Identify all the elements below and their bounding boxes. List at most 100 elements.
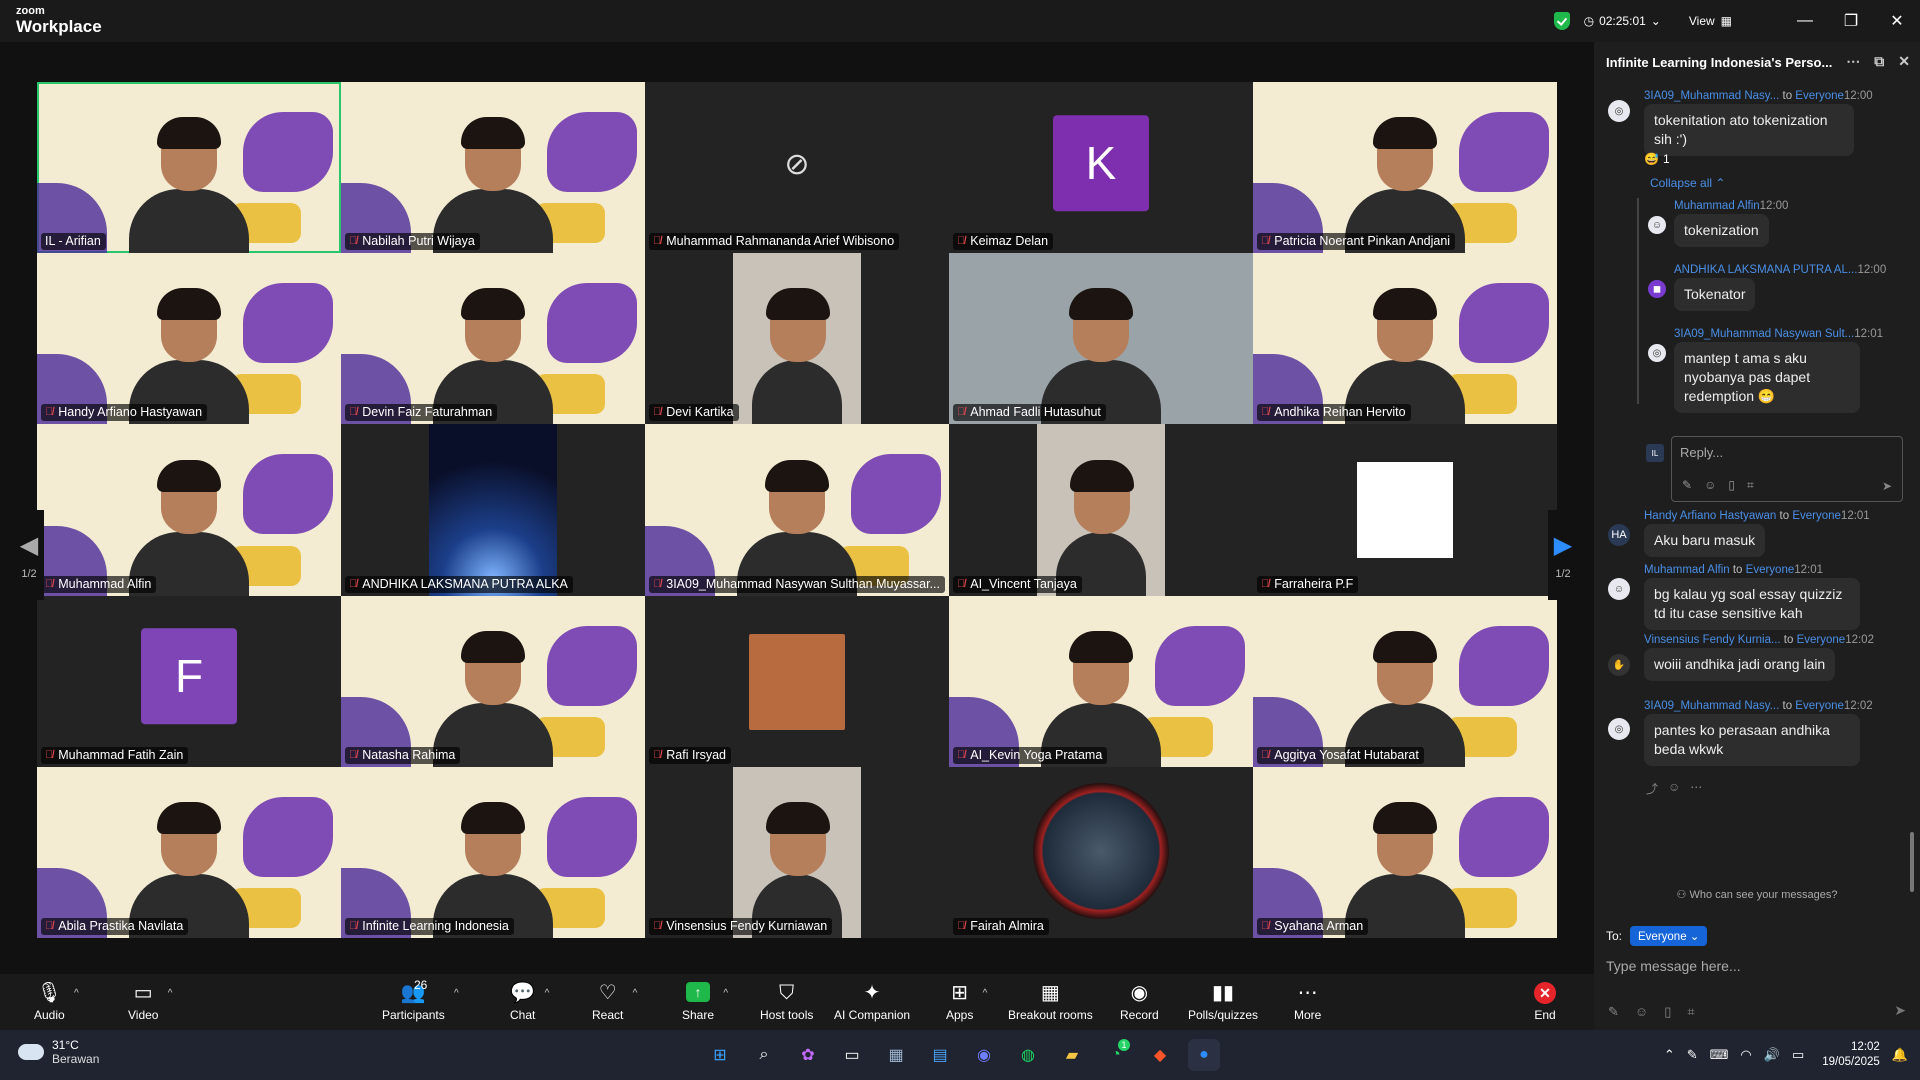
- polls-button[interactable]: ▮▮ Polls/quizzes: [1188, 974, 1258, 1030]
- participant-tile[interactable]: 🎙̸ Nabilah Putri Wijaya: [341, 82, 645, 254]
- chat-button[interactable]: 💬 Chat ^: [510, 974, 549, 1030]
- share-button[interactable]: ↑ Share ^: [682, 974, 728, 1030]
- who-can-see-link[interactable]: ⚇ Who can see your messages?: [1594, 888, 1920, 901]
- volume-icon[interactable]: 🔊: [1764, 1047, 1780, 1063]
- search-icon[interactable]: ⌕: [748, 1039, 780, 1071]
- file-explorer-icon[interactable]: ▰: [1056, 1039, 1088, 1071]
- weather-widget[interactable]: 31°C Berawan: [18, 1038, 99, 1066]
- add-reaction-icon[interactable]: ☺: [1668, 780, 1680, 797]
- more-icon[interactable]: ⋯: [1690, 780, 1702, 797]
- send-icon[interactable]: ➤: [1882, 479, 1892, 493]
- wifi-icon[interactable]: ◠: [1740, 1047, 1751, 1063]
- participant-tile[interactable]: 🎙̸ Fairah Almira: [949, 766, 1253, 938]
- encryption-shield-icon[interactable]: [1553, 12, 1570, 30]
- notification-bell-icon[interactable]: 🔔: [1892, 1047, 1908, 1063]
- audio-button[interactable]: 🎙 Audio ^: [34, 974, 79, 1030]
- prev-page-button[interactable]: ◀ 1/2: [14, 510, 44, 600]
- video-options-caret[interactable]: ^: [168, 988, 173, 999]
- video-button[interactable]: ▭ Video ^: [128, 974, 172, 1030]
- participants-button[interactable]: 👥 26 Participants ^: [382, 974, 459, 1030]
- file-icon[interactable]: ▯: [1664, 1004, 1671, 1020]
- participant-tile[interactable]: 🎙̸ Patricia Noerant Pinkan Andjani: [1253, 82, 1557, 254]
- screenshot-icon[interactable]: ⌗: [1687, 1004, 1694, 1020]
- participant-tile[interactable]: K 🎙̸ Keimaz Delan: [949, 82, 1253, 254]
- participant-tile[interactable]: 🎙̸ Farraheira P.F: [1253, 424, 1557, 596]
- record-button[interactable]: ◉ Record: [1120, 974, 1159, 1030]
- message-text[interactable]: tokenization: [1674, 214, 1769, 247]
- ai-companion-button[interactable]: ✦ AI Companion: [834, 974, 910, 1030]
- participant-tile[interactable]: IL - Arifian: [37, 82, 341, 254]
- reaction-chip[interactable]: 😅 1: [1644, 152, 1670, 166]
- discord-icon[interactable]: ◉: [968, 1039, 1000, 1071]
- participant-tile[interactable]: 🎙̸ Rafi Irsyad: [645, 595, 949, 767]
- participant-tile[interactable]: 🎙̸ Abila Prastika Navilata: [37, 766, 341, 938]
- end-button[interactable]: ✕ End: [1534, 974, 1556, 1030]
- message-text[interactable]: Tokenator: [1674, 278, 1756, 311]
- message-text[interactable]: woiii andhika jadi orang lain: [1644, 648, 1836, 681]
- next-page-button[interactable]: ▶ 1/2: [1548, 510, 1578, 600]
- more-options-icon[interactable]: ⋯: [1846, 53, 1860, 70]
- participant-tile[interactable]: 🎙̸ Muhammad Alfin: [37, 424, 341, 596]
- react-button[interactable]: ♡ React ^: [592, 974, 637, 1030]
- participant-tile[interactable]: 🎙̸ Syahana Arman: [1253, 766, 1557, 938]
- chat-options-caret[interactable]: ^: [545, 988, 550, 999]
- collapse-all-link[interactable]: Collapse all ⌃: [1650, 176, 1725, 190]
- participant-tile[interactable]: 🎙̸ Vinsensius Fendy Kurniawan: [645, 766, 949, 938]
- participant-tile[interactable]: 🎙̸ Natasha Rahima: [341, 595, 645, 767]
- participant-tile[interactable]: 🎙̸ Andhika Reihan Hervito: [1253, 253, 1557, 425]
- clock[interactable]: 12:02 19/05/2025: [1822, 1040, 1880, 1070]
- recipient-select[interactable]: Everyone ⌄: [1630, 926, 1708, 946]
- message-text[interactable]: bg kalau yg soal essay quizziz td itu ca…: [1644, 578, 1860, 630]
- audio-options-caret[interactable]: ^: [74, 988, 79, 999]
- message-text[interactable]: mantep t ama s aku nyobanya pas dapet re…: [1674, 342, 1860, 413]
- zoom-icon[interactable]: ●: [1188, 1039, 1220, 1071]
- copilot-icon[interactable]: ✿: [792, 1039, 824, 1071]
- format-icon[interactable]: ✎: [1608, 1004, 1619, 1020]
- message-input[interactable]: Type message here...: [1606, 958, 1741, 974]
- format-icon[interactable]: ✎: [1682, 478, 1692, 493]
- restore-button[interactable]: ❐: [1828, 0, 1874, 42]
- close-icon[interactable]: ✕: [1898, 53, 1910, 70]
- battery-icon[interactable]: ▭: [1792, 1047, 1804, 1063]
- spotify-icon[interactable]: ◍: [1012, 1039, 1044, 1071]
- terminal-icon[interactable]: ▭: [836, 1039, 868, 1071]
- participant-tile[interactable]: 🎙̸ Handy Arfiano Hastyawan: [37, 253, 341, 425]
- participant-tile[interactable]: 🎙̸ Devin Faiz Faturahman: [341, 253, 645, 425]
- send-icon[interactable]: ➤: [1894, 1002, 1906, 1019]
- chat-scrollbar[interactable]: [1910, 832, 1914, 892]
- participant-tile[interactable]: ⊘ 🎙̸ Muhammad Rahmananda Arief Wibisono: [645, 82, 949, 254]
- emoji-icon[interactable]: ☺: [1635, 1004, 1648, 1020]
- participant-tile[interactable]: 🎙̸ 3IA09_Muhammad Nasywan Sulthan Muyassa…: [645, 424, 949, 596]
- chevron-up-icon[interactable]: ⌃: [1664, 1047, 1675, 1063]
- pen-icon[interactable]: ✎: [1687, 1047, 1698, 1063]
- windows-start-icon[interactable]: ⊞: [704, 1039, 736, 1071]
- more-button[interactable]: ⋯ More: [1294, 974, 1321, 1030]
- view-button[interactable]: View ▦: [1689, 14, 1732, 28]
- message-text[interactable]: Aku baru masuk: [1644, 524, 1766, 557]
- calculator-icon[interactable]: ▦: [880, 1039, 912, 1071]
- screenshot-icon[interactable]: ⌗: [1747, 478, 1754, 493]
- participant-tile[interactable]: F 🎙̸ Muhammad Fatih Zain: [37, 595, 341, 767]
- message-text[interactable]: tokenitation ato tokenization sih :'): [1644, 104, 1854, 156]
- participant-tile[interactable]: 🎙̸ AI_Vincent Tanjaya: [949, 424, 1253, 596]
- message-text[interactable]: pantes ko perasaan andhika beda wkwk: [1644, 714, 1860, 766]
- host-tools-button[interactable]: ⛉ Host tools: [760, 974, 813, 1030]
- whatsapp-icon[interactable]: ◔ 1: [1100, 1039, 1132, 1071]
- participant-tile[interactable]: 🎙̸ Ahmad Fadli Hutasuhut: [949, 253, 1253, 425]
- meeting-timer[interactable]: ◷ 02:25:01 ⌄: [1584, 14, 1661, 28]
- breakout-rooms-button[interactable]: ▦ Breakout rooms: [1008, 974, 1093, 1030]
- popout-icon[interactable]: ⧉: [1874, 53, 1884, 70]
- apps-options-caret[interactable]: ^: [983, 988, 988, 999]
- participants-options-caret[interactable]: ^: [454, 988, 459, 999]
- participant-tile[interactable]: 🎙̸ Aggitya Yosafat Hutabarat: [1253, 595, 1557, 767]
- emoji-icon[interactable]: ☺: [1704, 478, 1716, 493]
- keyboard-icon[interactable]: ⌨: [1710, 1047, 1729, 1063]
- share-options-caret[interactable]: ^: [723, 988, 728, 999]
- notepad-icon[interactable]: ▤: [924, 1039, 956, 1071]
- minimize-button[interactable]: —: [1782, 0, 1828, 42]
- brave-icon[interactable]: ◆: [1144, 1039, 1176, 1071]
- apps-button[interactable]: ⊞ Apps ^: [946, 974, 987, 1030]
- participant-tile[interactable]: 🎙̸ Infinite Learning Indonesia: [341, 766, 645, 938]
- participant-tile[interactable]: 🎙̸ Devi Kartika: [645, 253, 949, 425]
- participant-tile[interactable]: 🎙̸ AI_Kevin Yoga Pratama: [949, 595, 1253, 767]
